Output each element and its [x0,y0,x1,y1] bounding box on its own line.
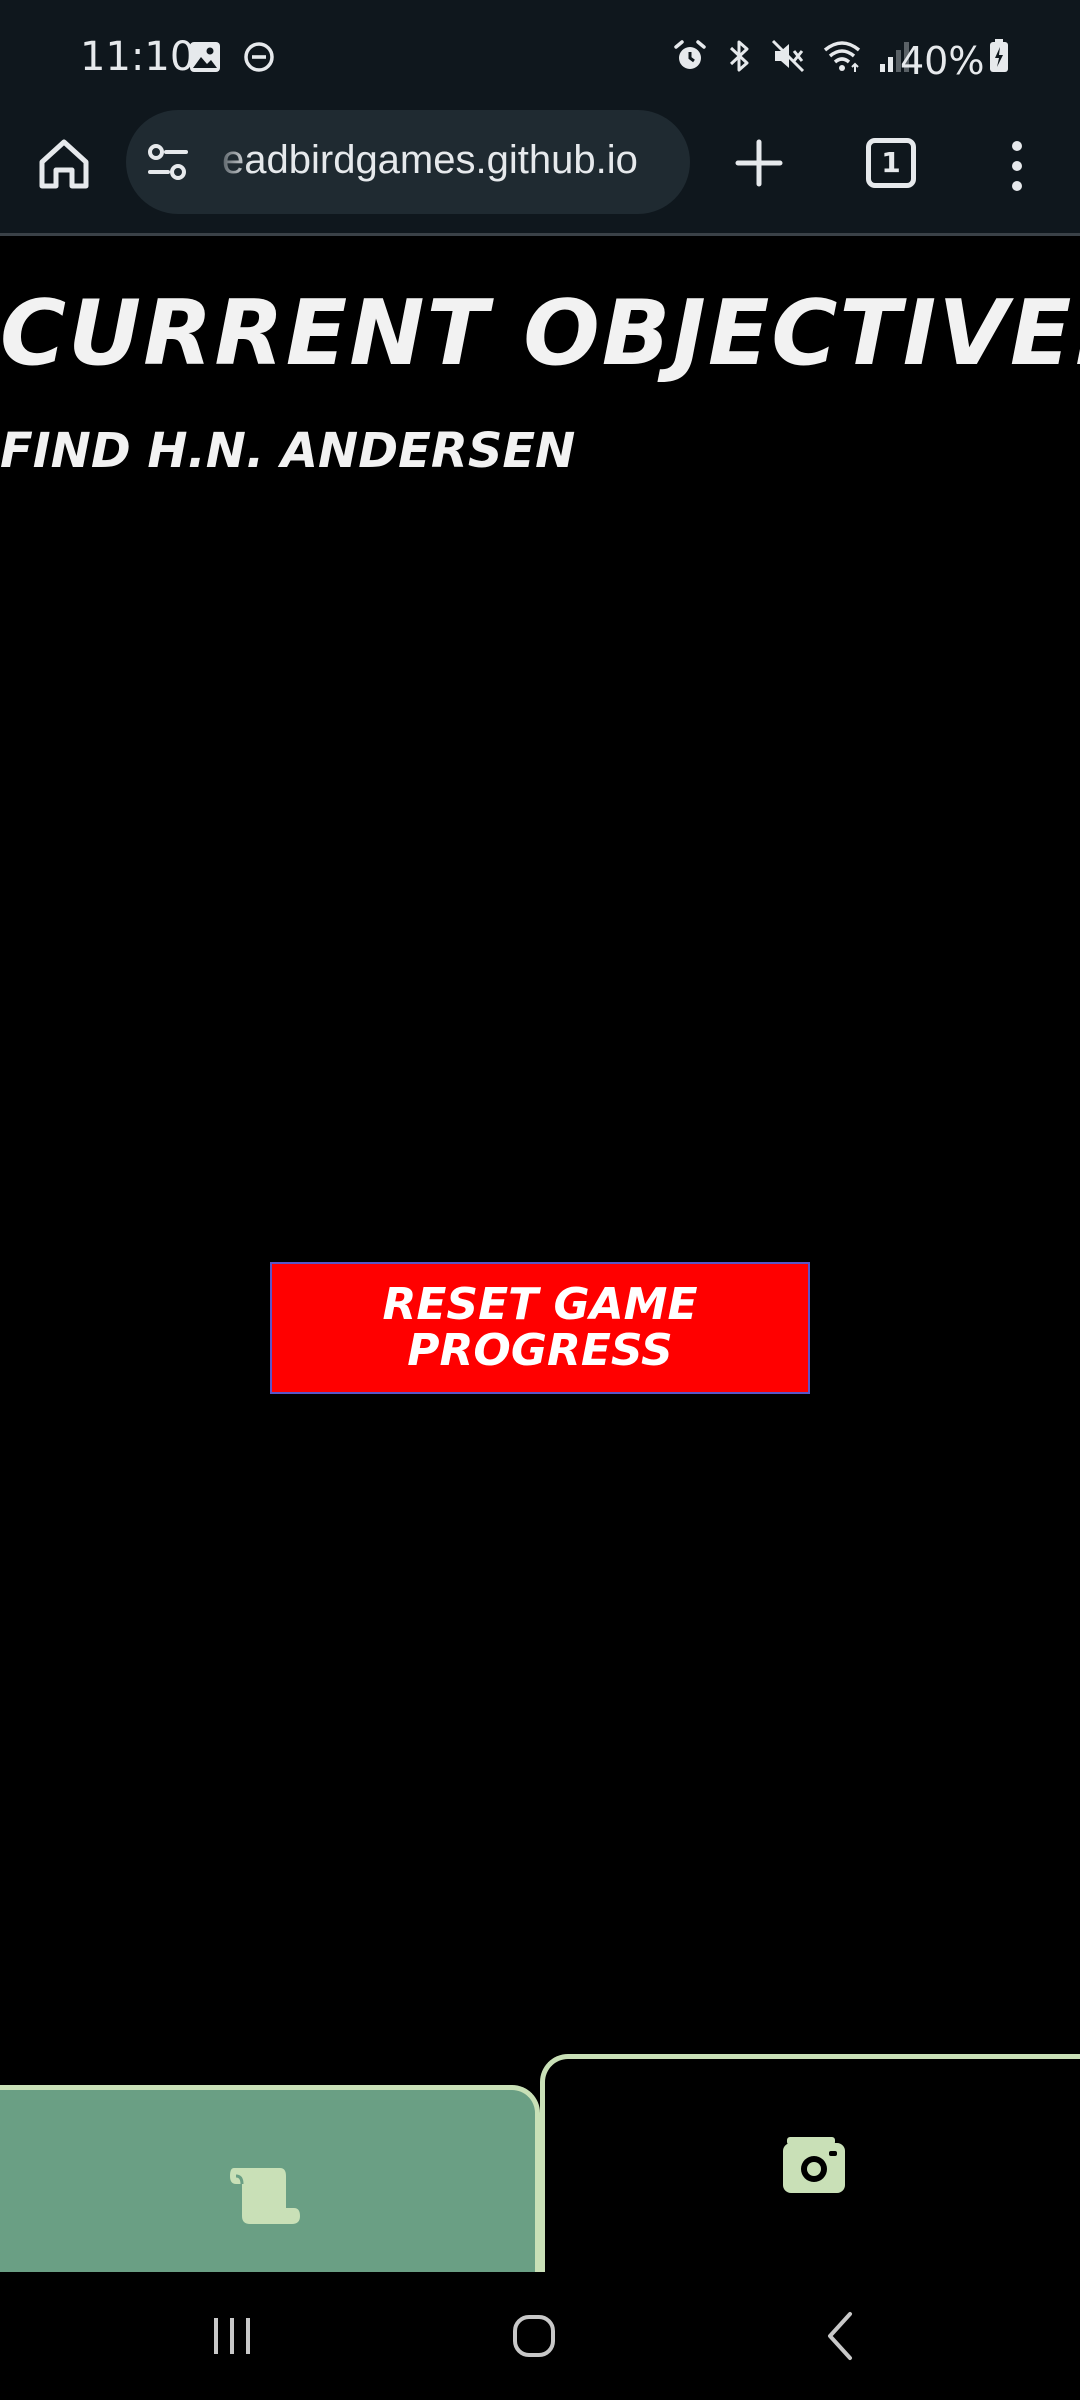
wifi-icon [822,38,862,78]
camera-icon [781,2135,847,2199]
site-settings-icon[interactable] [146,142,190,186]
tab-camera[interactable] [540,2054,1080,2272]
recents-icon [214,2318,250,2354]
system-nav-bar [0,2272,1080,2400]
tab-journal[interactable] [0,2085,540,2272]
status-bar: 11:10 40% [0,0,1080,108]
tab-switcher-button[interactable]: 1 [866,138,916,188]
more-vert-icon [1012,141,1022,191]
alarm-icon [672,38,708,78]
dnd-icon [242,40,276,78]
url-fade [210,110,250,214]
menu-button[interactable] [1010,138,1024,194]
back-icon [828,2312,852,2360]
objective-text: Find H.N. Andersen [0,423,576,479]
recents-button[interactable] [208,2312,256,2364]
battery-text: 40% [900,38,985,83]
url-text[interactable]: eadbirdgames.github.io [222,138,638,183]
image-icon [188,40,222,78]
home-circle-icon [513,2315,555,2357]
status-left-icons [188,40,276,78]
status-right-icons [672,38,912,78]
reset-progress-button[interactable]: Reset Game Progress [270,1262,810,1394]
back-button[interactable] [820,2310,860,2366]
battery-icon [988,38,1010,83]
browser-toolbar: eadbirdgames.github.io 1 [0,108,1080,236]
home-button[interactable] [32,132,96,196]
url-bar[interactable]: eadbirdgames.github.io [126,110,690,214]
scroll-icon [228,2164,304,2232]
game-page: Current Objective: Find H.N. Andersen Re… [0,239,1080,2272]
mute-icon [770,38,806,78]
status-time: 11:10 [80,34,196,80]
objective-title: Current Objective: [0,281,1080,386]
battery-indicator: 40% [900,38,1010,83]
plus-icon [735,139,783,187]
new-tab-button[interactable] [734,138,784,188]
home-icon [39,139,89,189]
bluetooth-icon [724,38,754,78]
home-nav-button[interactable] [510,2312,558,2364]
